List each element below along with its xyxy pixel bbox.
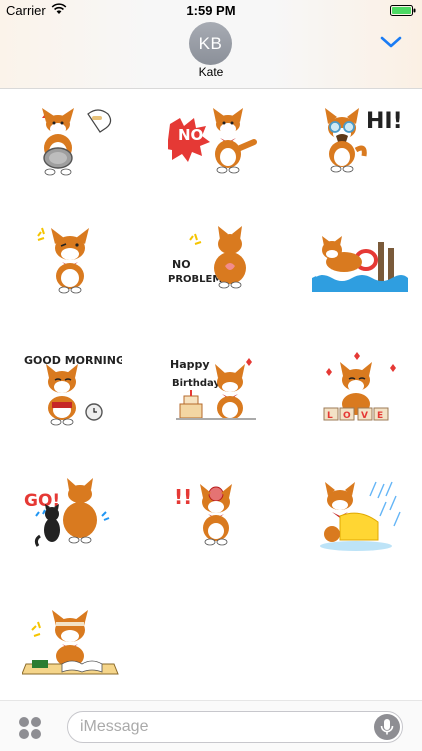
- avatar-initials: KB: [198, 34, 223, 53]
- sticker-corgi-love[interactable]: L O V E: [310, 346, 410, 446]
- svg-text:PROBLEM: PROBLEM: [168, 274, 222, 285]
- clock: 1:59 PM: [186, 3, 236, 18]
- svg-text:V: V: [361, 411, 368, 421]
- status-bar: Carrier 1:59 PM: [0, 0, 422, 22]
- message-composer: iMessage: [0, 700, 422, 751]
- svg-text:HI!: HI!: [366, 109, 403, 134]
- svg-text:NO: NO: [178, 126, 203, 144]
- svg-text:E: E: [377, 411, 383, 421]
- sticker-corgi-studying[interactable]: [21, 600, 122, 700]
- svg-text:!!: !!: [174, 485, 192, 509]
- sticker-corgi-swimming[interactable]: [310, 220, 410, 320]
- sticker-corgi-raincoat[interactable]: [310, 476, 410, 576]
- svg-text:Birthday: Birthday: [172, 378, 220, 389]
- svg-text:GOOD MORNING: GOOD MORNING: [24, 354, 122, 367]
- microphone-icon[interactable]: [374, 714, 400, 740]
- chevron-down-icon[interactable]: [380, 35, 402, 49]
- sticker-corgi-good-morning[interactable]: GOOD MORNING: [22, 346, 125, 446]
- message-input[interactable]: iMessage: [67, 711, 403, 743]
- sticker-corgi-hi[interactable]: HI!: [310, 102, 410, 202]
- sticker-corgi-food-bowl[interactable]: [28, 102, 128, 202]
- svg-text:Happy: Happy: [170, 358, 210, 371]
- message-input-placeholder: iMessage: [80, 718, 149, 735]
- battery-icon: [390, 5, 416, 16]
- contact-avatar[interactable]: KB: [189, 22, 232, 65]
- contact-name[interactable]: Kate: [0, 65, 422, 79]
- sticker-corgi-happy-birthday[interactable]: Happy Birthday: [168, 346, 268, 446]
- sticker-corgi-wink[interactable]: [28, 220, 128, 320]
- sticker-corgi-exclaim[interactable]: !!: [168, 476, 268, 576]
- sticker-corgi-go[interactable]: GO!: [22, 476, 122, 576]
- svg-text:L: L: [327, 411, 333, 421]
- sticker-corgi-no-problem[interactable]: NO PROBLEM: [168, 220, 268, 320]
- svg-text:O: O: [343, 411, 351, 421]
- app-drawer-icon[interactable]: [17, 715, 43, 741]
- sticker-corgi-no[interactable]: NO: [162, 102, 268, 202]
- svg-text:NO: NO: [172, 258, 191, 271]
- conversation-header: Carrier 1:59 PM KB Kate: [0, 0, 422, 89]
